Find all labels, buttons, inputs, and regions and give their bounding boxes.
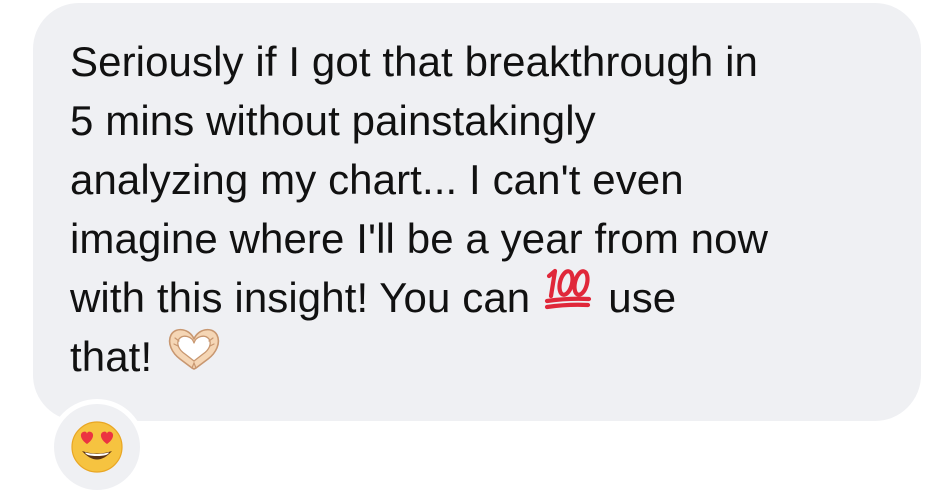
message-line-1: Seriously if I got that breakthrough in bbox=[70, 38, 758, 85]
message-line-3: analyzing my chart... I can't even bbox=[70, 156, 684, 203]
hundred-points-icon bbox=[544, 267, 592, 326]
reaction-badge[interactable] bbox=[49, 399, 145, 495]
message-line-5: with this insight! You can use bbox=[70, 269, 676, 330]
smiling-face-with-heart-eyes-icon bbox=[71, 421, 123, 473]
message-line-2: 5 mins without painstakingly bbox=[70, 97, 596, 144]
message-line-4: imagine where I'll be a year from now bbox=[70, 215, 769, 262]
message-line-6-text: that! bbox=[70, 333, 153, 380]
heart-hands-icon bbox=[166, 325, 222, 386]
message-line-6: that! bbox=[70, 328, 222, 390]
message-line-5-end: use bbox=[608, 274, 677, 321]
message-line-5-start: with this insight! You can bbox=[70, 274, 531, 321]
